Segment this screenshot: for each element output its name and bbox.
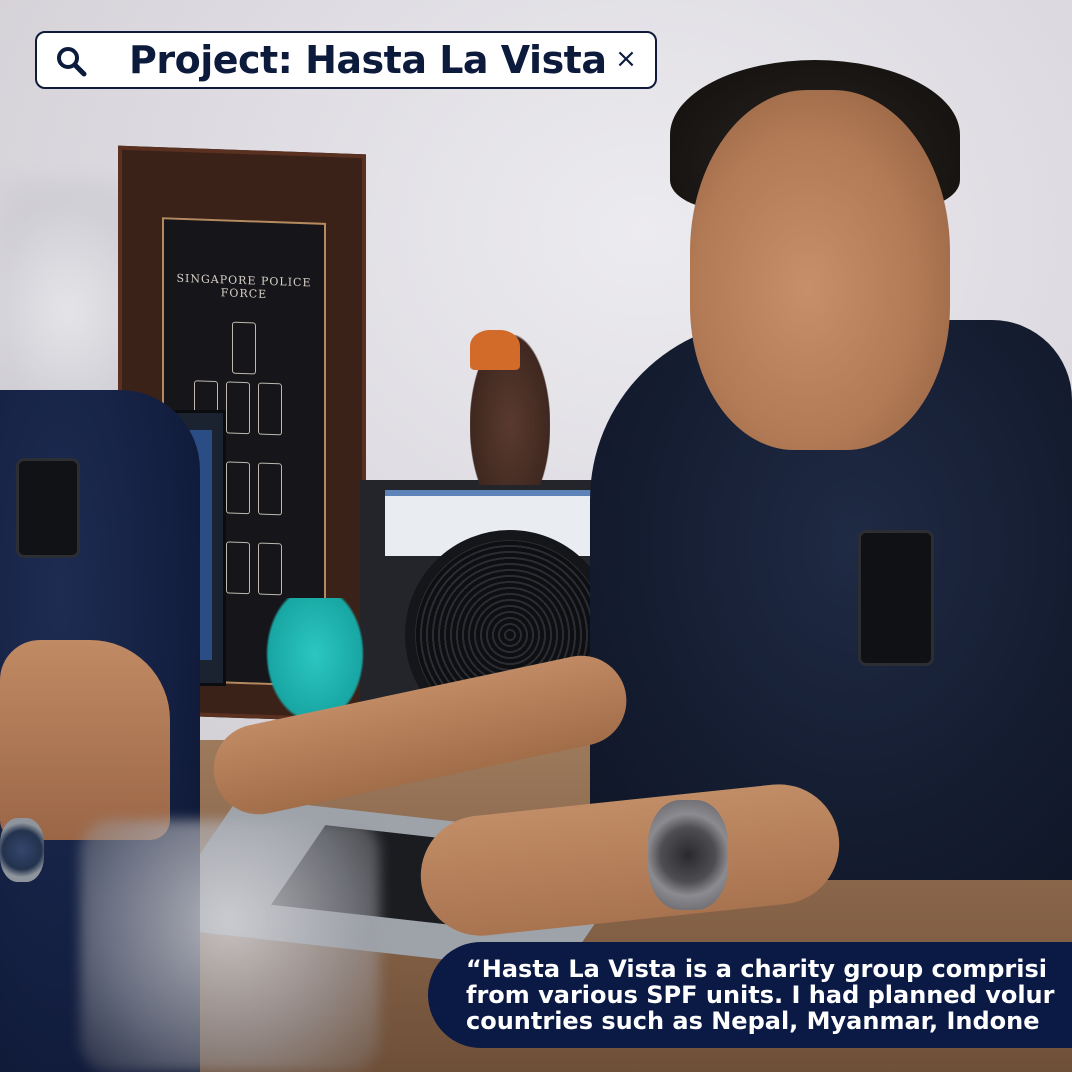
close-icon[interactable]: ×	[611, 44, 641, 74]
frame-heading: SINGAPORE POLICE FORCE	[176, 271, 312, 301]
search-icon[interactable]	[55, 45, 87, 77]
rank-badge	[258, 382, 282, 436]
quote-line-3: countries such as Nepal, Myanmar, Indone	[466, 1007, 1040, 1035]
rank-badge	[226, 381, 250, 435]
rank-badge	[226, 541, 250, 595]
second-officer-arm	[0, 640, 170, 840]
search-query-text[interactable]: Project: Hasta La Vista	[129, 38, 607, 82]
photo-scene: SINGAPORE POLICE FORCE Project: Hasta La…	[0, 0, 1072, 1072]
rank-badge	[258, 542, 282, 596]
rank-badge	[232, 321, 256, 375]
officer-face	[690, 90, 950, 450]
blurred-foreground-cup	[80, 820, 380, 1072]
rank-badge	[226, 461, 250, 515]
statue-crown	[470, 330, 520, 370]
quote-line-2: from various SPF units. I had planned vo…	[466, 981, 1055, 1009]
second-body-camera	[16, 458, 80, 558]
wristwatch	[648, 800, 728, 910]
quote-line-1: “Hasta La Vista is a charity group compr…	[466, 955, 1047, 983]
body-camera	[858, 530, 934, 666]
quote-caption: “Hasta La Vista is a charity group compr…	[428, 942, 1072, 1048]
second-wristwatch	[0, 818, 44, 882]
rank-badge	[258, 462, 282, 516]
search-bar[interactable]: Project: Hasta La Vista ×	[35, 31, 657, 89]
